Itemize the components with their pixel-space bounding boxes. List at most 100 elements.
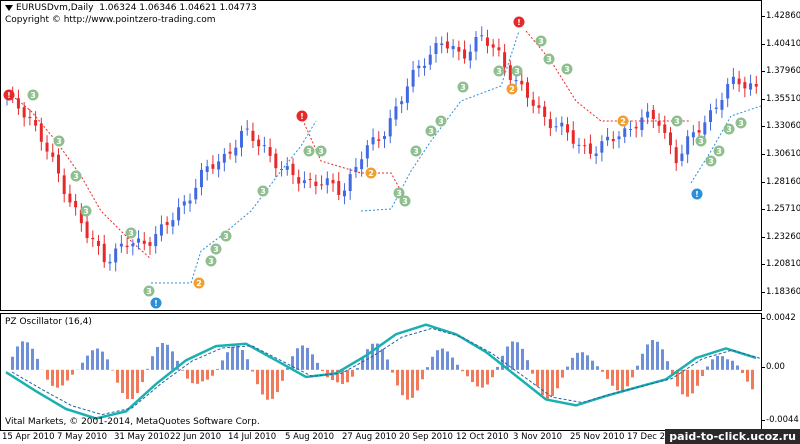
histogram-bar: [261, 369, 264, 395]
bull-candle: [720, 100, 724, 110]
histogram-bar: [276, 369, 279, 393]
svg-text:!: !: [7, 91, 11, 100]
svg-text:3: 3: [514, 67, 520, 76]
wave-3-marker: 3: [671, 115, 683, 127]
bull-candle: [417, 65, 421, 69]
bear-candle: [91, 237, 95, 240]
wave-3-marker: 3: [257, 185, 269, 197]
histogram-bar: [646, 344, 649, 370]
bull-candle: [205, 166, 209, 172]
chart-window[interactable]: !!!!! 2 2 2 2 3 3 3 3 3 3 3 3 3 3 3 3 3 3 3 3 3 3 3 3 3 3 3 3 3 3 3 3 3 E…: [0, 0, 800, 444]
bull-candle: [365, 145, 369, 159]
histogram-bar: [166, 344, 169, 370]
bear-candle: [337, 181, 341, 195]
bull-candle: [119, 243, 123, 247]
price-tick-label: 1.18360: [761, 287, 800, 297]
histogram-bar: [186, 369, 189, 379]
bear-candle: [651, 109, 655, 119]
bull-candle: [606, 136, 610, 141]
bear-candle: [148, 242, 152, 246]
bear-candle: [697, 130, 701, 133]
histogram-bar: [116, 369, 119, 383]
wave-3-marker: 3: [723, 123, 735, 135]
bull-candle: [731, 76, 735, 84]
bear-candle: [257, 139, 261, 147]
svg-text:3: 3: [396, 189, 402, 198]
bear-candle: [457, 47, 461, 52]
svg-text:3: 3: [460, 83, 466, 92]
bear-candle: [611, 138, 615, 142]
histogram-bar: [716, 355, 719, 370]
histogram-bar: [36, 358, 39, 370]
wave-3-marker: 3: [143, 285, 155, 297]
histogram-bar: [306, 347, 309, 370]
histogram-bar: [406, 369, 409, 400]
bull-candle: [714, 107, 718, 109]
histogram-bar: [321, 369, 324, 372]
wave-3-marker: 3: [511, 65, 523, 77]
bull-candle: [554, 126, 558, 128]
bear-candle: [548, 119, 552, 129]
histogram-bar: [241, 350, 244, 370]
histogram-bar: [706, 366, 709, 370]
histogram-bar: [16, 346, 19, 370]
oscillator-pane[interactable]: PZ Oscillator (16,4) Vital Markets, © 20…: [0, 313, 762, 431]
wave-2-marker: 2: [617, 115, 629, 127]
wave-3-marker: 3: [457, 81, 469, 93]
bear-candle: [743, 82, 747, 89]
histogram-bar: [71, 369, 74, 375]
bear-candle: [657, 121, 661, 126]
bull-candle: [137, 238, 141, 243]
histogram-bar: [481, 369, 484, 388]
svg-text:3: 3: [738, 119, 744, 128]
histogram-bar: [196, 369, 199, 384]
histogram-bar: [611, 369, 614, 386]
histogram-bar: [566, 366, 569, 370]
bear-candle: [34, 119, 38, 126]
histogram-bar: [391, 369, 394, 373]
histogram-bar: [361, 358, 364, 370]
bull-candle: [577, 144, 581, 146]
bear-candle: [165, 222, 169, 225]
bear-candle: [39, 123, 43, 142]
trailing-stop-up: [151, 120, 317, 284]
svg-text:3: 3: [546, 55, 552, 64]
bear-candle: [268, 147, 272, 156]
wave-3-marker: 3: [210, 243, 222, 255]
svg-text:3: 3: [208, 257, 214, 266]
svg-text:3: 3: [260, 187, 266, 196]
date-tick-label: 15 Apr 2010: [2, 432, 55, 442]
price-chart-pane[interactable]: !!!!! 2 2 2 2 3 3 3 3 3 3 3 3 3 3 3 3 3 3 3 3 3 3 3 3 3 3 3 3 3 3 3 3 3 E…: [0, 0, 762, 311]
histogram-bar: [581, 352, 584, 370]
bear-candle: [377, 139, 381, 141]
svg-text:3: 3: [698, 137, 704, 146]
wave-3-marker: 3: [493, 65, 505, 77]
buy-signal-marker: !: [691, 188, 703, 200]
bull-candle: [600, 141, 604, 153]
bull-candle: [182, 201, 186, 206]
bear-candle: [445, 41, 449, 49]
wave-3-marker: 3: [410, 145, 422, 157]
histogram-bar: [96, 348, 99, 370]
histogram-bar: [666, 361, 669, 370]
histogram-bar: [416, 369, 419, 391]
bear-candle: [274, 153, 278, 169]
histogram-bar: [316, 362, 319, 370]
bull-candle: [434, 42, 438, 55]
bull-candle: [628, 129, 632, 131]
bear-candle: [520, 80, 524, 85]
histogram-bar: [191, 369, 194, 384]
histogram-bar: [266, 369, 269, 400]
bear-candle: [508, 65, 512, 81]
dropdown-triangle-icon[interactable]: [5, 4, 13, 11]
bear-candle: [674, 147, 678, 164]
bull-candle: [423, 65, 427, 68]
wave-3-marker: 3: [435, 115, 447, 127]
price-tick-label: 1.30610: [761, 149, 800, 159]
price-tick-label: 1.25710: [761, 204, 800, 215]
histogram-bar: [746, 369, 749, 382]
bear-candle: [297, 177, 301, 184]
svg-text:3: 3: [56, 137, 62, 146]
histogram-bar: [521, 348, 524, 370]
histogram-bar: [596, 366, 599, 370]
